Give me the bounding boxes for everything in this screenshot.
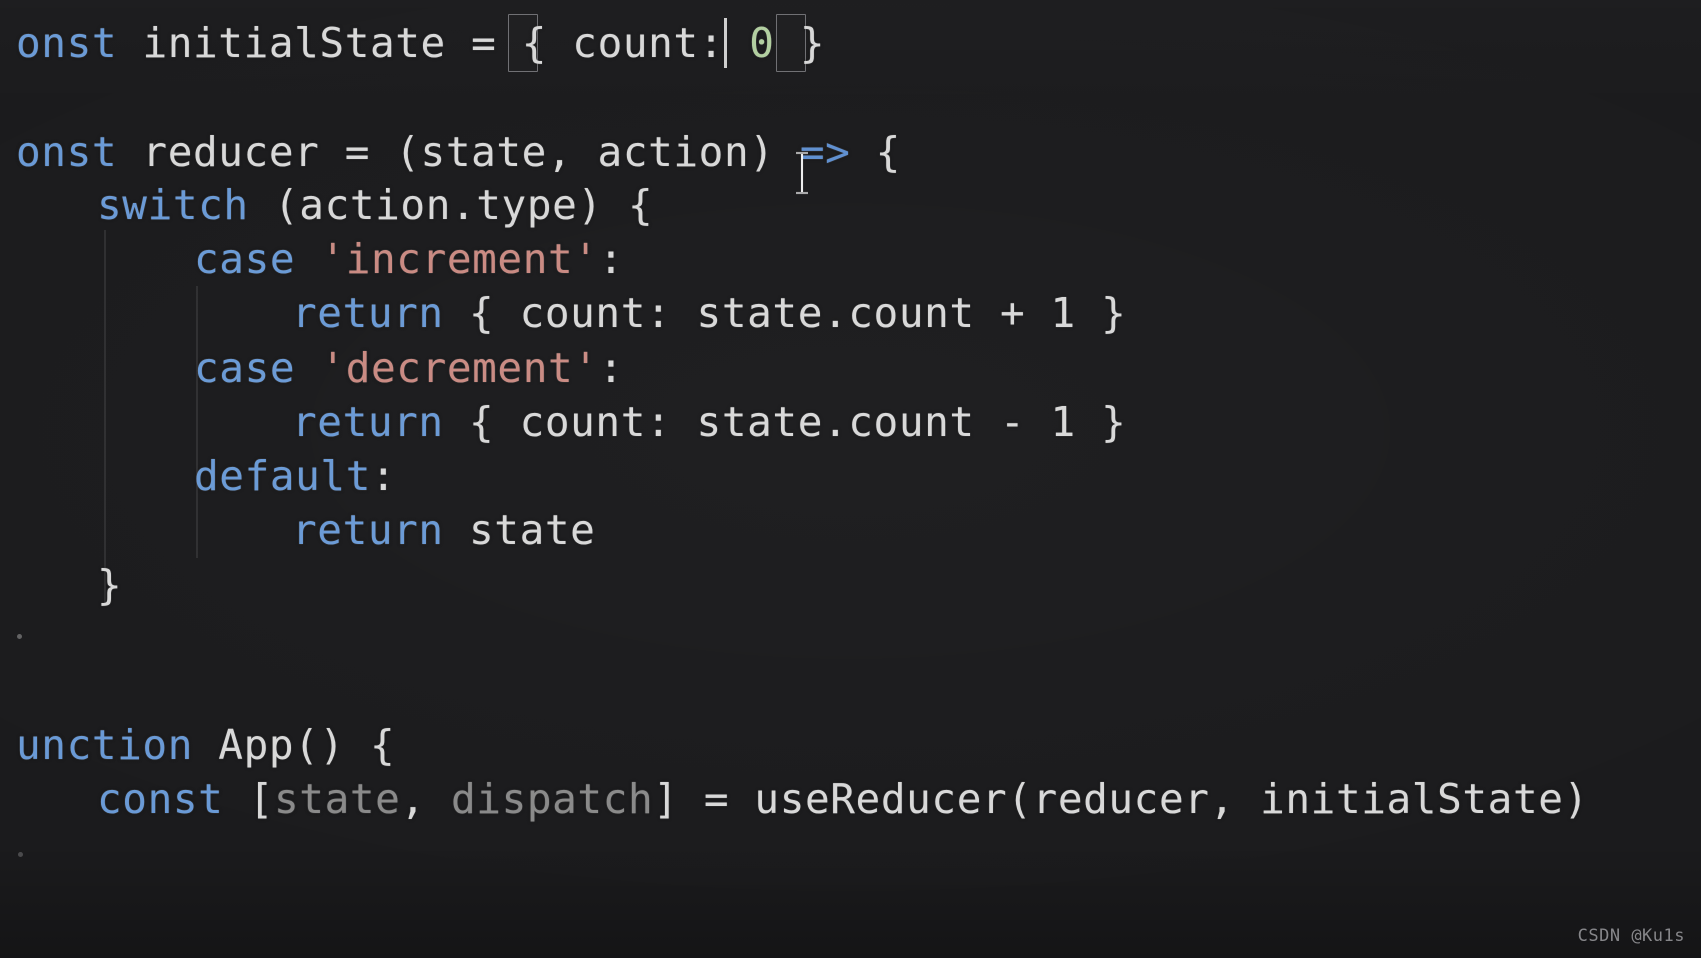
token-identifier-initialstate: initialState (142, 19, 446, 67)
indent-guide-level-1 (104, 230, 106, 605)
token-switch-expr: (action.type) { (248, 181, 654, 229)
token-return-decrement-expr: { count: state.count - 1 } (443, 398, 1127, 446)
token-string-decrement: 'decrement' (320, 344, 599, 392)
code-line-return-decrement[interactable]: return { count: state.count - 1 } (292, 395, 1126, 449)
token-function-name-app: App() { (193, 721, 396, 769)
token-close-brace: } (799, 19, 826, 67)
token-number-zero: 0 (749, 19, 775, 67)
token-open-brace: { (521, 19, 548, 67)
token-keyword-return-3: return (292, 506, 444, 554)
code-editor-surface[interactable]: onst initialState = { count: 0 } onst re… (0, 0, 1701, 958)
code-line-close-switch[interactable]: } (97, 558, 122, 612)
token-usereducer-call: ] = useReducer(reducer, initialState) (653, 775, 1589, 823)
token-keyword-default: default (194, 452, 371, 500)
token-arrow-operator: => (799, 128, 851, 176)
code-line-return-increment[interactable]: return { count: state.count + 1 } (292, 286, 1126, 340)
token-property-count: count: (547, 19, 750, 67)
token-keyword-const-3: const (97, 775, 224, 823)
code-line-usereducer[interactable]: const [state, dispatch] = useReducer(red… (97, 772, 1589, 826)
token-open-bracket: [ (223, 775, 274, 823)
token-keyword-switch: switch (97, 181, 249, 229)
token-keyword-return-1: return (292, 289, 444, 337)
code-line-function-app[interactable]: unction App() { (16, 718, 395, 772)
token-open-body-brace: { (850, 128, 901, 176)
token-keyword-const-2: onst (16, 128, 118, 176)
token-keyword-return-2: return (292, 398, 444, 446)
token-keyword-case: case (194, 235, 296, 283)
code-line-case-increment[interactable]: case 'increment': (194, 232, 624, 286)
token-colon-1: : (598, 235, 624, 283)
token-keyword-function: unction (16, 721, 193, 769)
code-line-switch[interactable]: switch (action.type) { (97, 178, 653, 232)
token-close-switch-brace: } (97, 561, 123, 609)
code-editor-screenshot: onst initialState = { count: 0 } onst re… (0, 0, 1701, 958)
text-caret (724, 18, 727, 68)
token-keyword-case-2: case (194, 344, 296, 392)
code-line-case-decrement[interactable]: case 'decrement': (194, 341, 624, 395)
token-space-4 (295, 344, 320, 392)
token-colon-2: : (598, 344, 624, 392)
token-space-2 (775, 19, 800, 67)
token-comma: , (400, 775, 451, 823)
token-assign: = (445, 19, 522, 67)
code-line-initial-state[interactable]: onst initialState = { count: 0 } (16, 16, 825, 70)
token-var-state: state (274, 775, 401, 823)
clipped-char-remnant-2 (18, 852, 23, 857)
token-keyword-const: onst (16, 19, 118, 67)
token-reducer-params: reducer = (state, action) (117, 128, 800, 176)
token-string-increment: 'increment' (320, 235, 599, 283)
csdn-watermark: CSDN @Ku1s (1577, 926, 1685, 946)
code-line-default[interactable]: default: (194, 449, 396, 503)
clipped-char-remnant-1 (17, 634, 22, 639)
token-return-increment-expr: { count: state.count + 1 } (443, 289, 1127, 337)
token-var-dispatch: dispatch (451, 775, 654, 823)
token-state-identifier: state (443, 506, 596, 554)
indent-guide-level-2 (196, 286, 198, 558)
code-line-reducer-decl[interactable]: onst reducer = (state, action) => { (16, 125, 901, 179)
token-space-3 (295, 235, 320, 283)
code-line-return-state[interactable]: return state (292, 503, 595, 557)
token-colon-3: : (371, 452, 397, 500)
